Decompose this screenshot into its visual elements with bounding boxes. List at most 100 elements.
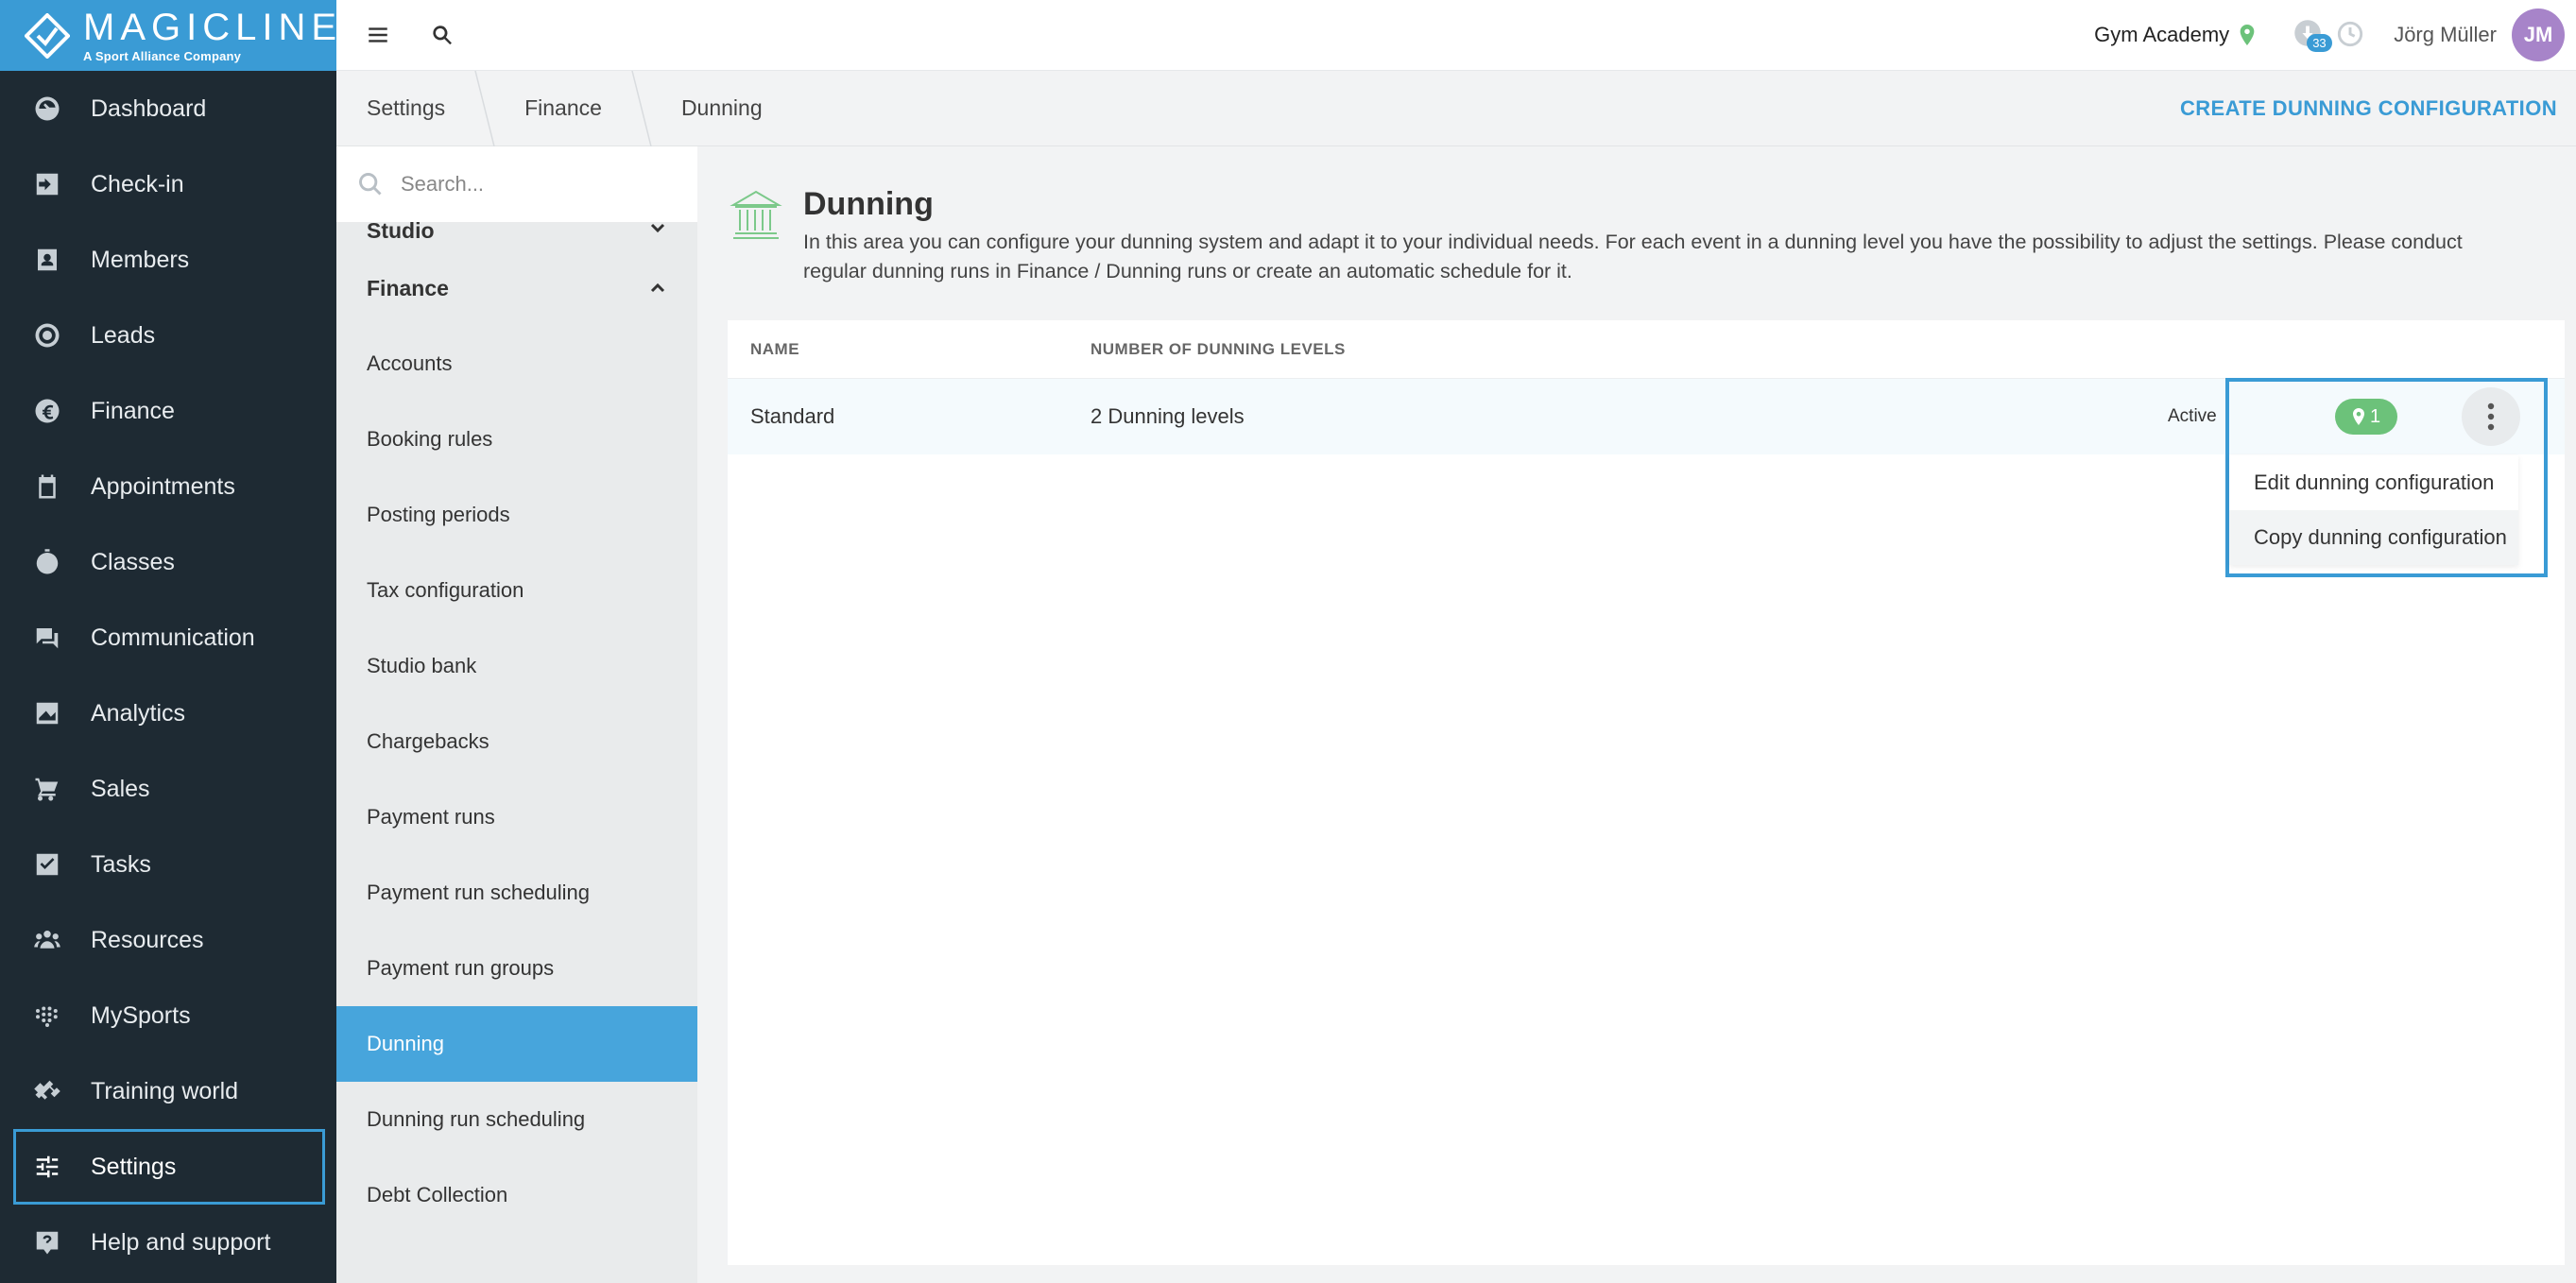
nav-label: Classes [91,548,175,575]
submenu-group-label: Finance [367,275,449,300]
brand-name: MAGICLINE [83,7,336,48]
nav-item-finance[interactable]: Finance [0,373,336,449]
submenu-item-payment-run-scheduling[interactable]: Payment run scheduling [336,855,697,931]
notification-count-badge: 33 [2307,34,2332,52]
submenu-group-finance[interactable]: Finance [336,250,697,326]
nav-item-mysports[interactable]: MySports [0,978,336,1053]
history-clock-icon[interactable] [2337,21,2365,49]
location-count: 1 [2369,405,2381,427]
menu-item-copy-dunning-configuration[interactable]: Copy dunning configuration [2229,510,2518,565]
column-header-levels[interactable]: NUMBER OF DUNNING LEVELS [1091,340,1346,359]
avatar[interactable]: JM [2512,9,2565,61]
studio-name: Gym Academy [2094,23,2230,46]
submenu-item-accounts[interactable]: Accounts [336,326,697,402]
nav-item-appointments[interactable]: Appointments [0,449,336,524]
chevron-down-icon [650,223,665,233]
submenu-item-dunning-run-scheduling[interactable]: Dunning run scheduling [336,1082,697,1157]
location-count-badge[interactable]: 1 [2335,399,2397,435]
nav-label: Sales [91,775,150,802]
help-icon [32,1227,62,1257]
euro-icon [32,396,62,426]
nav-item-communication[interactable]: Communication [0,600,336,676]
nav-label: Appointments [91,472,235,500]
calendar-icon [32,471,62,502]
breadcrumb-separator [630,70,653,146]
column-header-name[interactable]: NAME [728,340,1091,359]
location-pin-icon [2240,25,2255,45]
menu-item-edit-dunning-configuration[interactable]: Edit dunning configuration [2229,455,2518,510]
chart-icon [32,698,62,728]
breadcrumb: Settings Finance Dunning CREATE DUNNING … [336,70,2576,146]
submenu-item-studio-bank[interactable]: Studio bank [336,628,697,704]
members-icon [32,245,62,275]
dunning-configurations-table: NAME NUMBER OF DUNNING LEVELS Standard 2… [728,320,2565,1265]
breadcrumb-settings[interactable]: Settings [336,71,473,146]
stopwatch-icon [32,547,62,577]
people-icon [32,925,62,955]
nav-label: MySports [91,1001,191,1029]
create-dunning-configuration-button[interactable]: CREATE DUNNING CONFIGURATION [2180,96,2557,121]
search-icon [359,173,382,196]
nav-item-help-and-support[interactable]: Help and support [0,1205,336,1280]
dots-grid-icon [32,1001,62,1031]
submenu-group-label: Studio [367,218,435,243]
sliders-icon [32,1152,62,1182]
location-pin-icon [2352,408,2364,425]
brand-logo[interactable]: MAGICLINE A Sport Alliance Company [0,0,336,71]
nav-label: Analytics [91,699,186,727]
nav-label: Members [91,246,190,273]
user-name[interactable]: Jörg Müller [2394,23,2497,47]
nav-label: Communication [91,624,255,651]
nav-item-settings[interactable]: Settings [13,1129,325,1205]
nav-item-classes[interactable]: Classes [0,524,336,600]
nav-label: Finance [91,397,175,424]
nav-item-tasks[interactable]: Tasks [0,827,336,902]
table-header: NAME NUMBER OF DUNNING LEVELS [728,320,2565,379]
breadcrumb-dunning: Dunning [680,95,763,120]
breadcrumb-finance[interactable]: Finance [496,71,630,146]
submenu-item-tax-configuration[interactable]: Tax configuration [336,553,697,628]
nav-item-check-in[interactable]: Check-in [0,146,336,222]
more-options-button[interactable] [2462,387,2520,446]
row-actions-menu: Edit dunning configuration Copy dunning … [2229,455,2518,565]
search-icon[interactable] [423,16,461,54]
submenu-item-payment-run-groups[interactable]: Payment run groups [336,931,697,1006]
submenu-item-dunning[interactable]: Dunning [336,1006,697,1082]
status-badge: Active [2168,406,2217,426]
leads-icon [32,320,62,351]
studio-selector[interactable]: Gym Academy [2094,23,2256,47]
table-row[interactable]: Standard 2 Dunning levels Active 1 Edit … [728,378,2565,577]
submenu-search-input[interactable] [401,172,684,197]
nav-item-training-world[interactable]: Training world [0,1053,336,1129]
main-content: Dunning In this area you can configure y… [697,146,2576,1283]
nav-item-resources[interactable]: Resources [0,902,336,978]
main-sidebar: MAGICLINE A Sport Alliance Company Dashb… [0,0,336,1283]
nav-item-sales[interactable]: Sales [0,751,336,827]
page-title: Dunning [803,186,934,222]
nav-label: Help and support [91,1228,271,1256]
cart-icon [32,774,62,804]
nav-item-analytics[interactable]: Analytics [0,676,336,751]
dashboard-icon [32,94,62,124]
dumbbell-icon [32,1076,62,1106]
notifications-button[interactable]: 33 [2293,19,2332,52]
nav-label: Check-in [91,170,184,197]
submenu-item-payment-runs[interactable]: Payment runs [336,779,697,855]
submenu-item-chargebacks[interactable]: Chargebacks [336,704,697,779]
hamburger-menu-icon[interactable] [359,16,397,54]
nav-label: Tasks [91,850,151,878]
submenu-item-posting-periods[interactable]: Posting periods [336,477,697,553]
page-description: In this area you can configure your dunn… [803,231,2463,282]
nav-label: Dashboard [91,94,207,122]
submenu-group-studio[interactable]: Studio [336,207,697,250]
brand-tagline: A Sport Alliance Company [83,49,242,63]
submenu-item-debt-collection[interactable]: Debt Collection [336,1157,697,1233]
row-name: Standard [750,404,835,428]
check-in-icon [32,169,62,199]
nav-item-dashboard[interactable]: Dashboard [0,71,336,146]
nav-item-members[interactable]: Members [0,222,336,298]
nav-item-leads[interactable]: Leads [0,298,336,373]
bank-icon [728,186,784,243]
top-bar: Gym Academy 33 Jörg Müller JM [336,0,2576,71]
submenu-item-booking-rules[interactable]: Booking rules [336,402,697,477]
